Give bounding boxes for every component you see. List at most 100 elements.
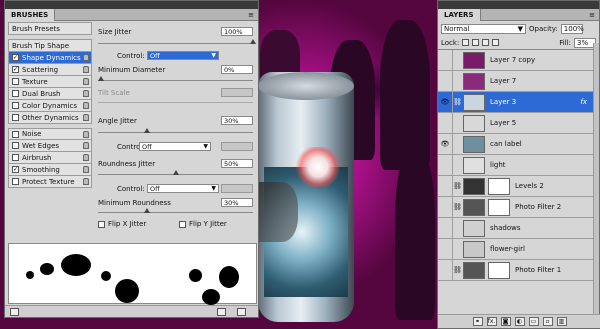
option-checkbox[interactable] <box>12 114 19 121</box>
lock-icon[interactable] <box>83 114 89 121</box>
min-diameter-slider[interactable] <box>98 80 253 81</box>
option-checkbox[interactable]: ✓ <box>12 54 19 61</box>
angle-jitter-slider[interactable] <box>98 132 253 133</box>
lock-icon[interactable] <box>83 102 89 109</box>
panel-menu-icon[interactable]: ≡ <box>248 11 254 19</box>
brush-option-other-dynamics[interactable]: Other Dynamics <box>8 112 92 124</box>
option-checkbox[interactable] <box>12 90 19 97</box>
tab-layers[interactable]: LAYERS <box>438 8 481 21</box>
control-select-3[interactable]: Off ▼ <box>147 184 219 193</box>
brush-option-texture[interactable]: Texture <box>8 76 92 88</box>
lock-icon[interactable] <box>83 54 89 61</box>
visibility-eye-icon[interactable]: 👁 <box>438 133 453 155</box>
brush-option-dual-brush[interactable]: Dual Brush <box>8 88 92 100</box>
brush-option-wet-edges[interactable]: Wet Edges <box>8 140 92 152</box>
new-group-icon[interactable]: ▭ <box>528 317 539 326</box>
lock-transparency-icon[interactable] <box>462 39 470 46</box>
lock-icon[interactable] <box>83 90 89 97</box>
angle-jitter-knob[interactable] <box>144 128 150 133</box>
size-jitter-knob[interactable] <box>250 39 256 44</box>
brush-option-airbrush[interactable]: Airbrush <box>8 152 92 164</box>
layer-mask-thumbnail[interactable] <box>488 198 510 216</box>
roundness-jitter-value[interactable]: 50% <box>221 159 253 168</box>
option-checkbox[interactable]: ✓ <box>12 66 19 73</box>
panel-menu-icon[interactable]: ≡ <box>589 11 595 19</box>
visibility-eye-icon[interactable] <box>438 175 453 197</box>
visibility-eye-icon[interactable] <box>438 238 453 260</box>
layer-row[interactable]: Layer 5 <box>438 112 599 134</box>
size-jitter-slider[interactable] <box>98 43 253 44</box>
lock-icon[interactable] <box>83 154 89 161</box>
trash-icon[interactable] <box>237 308 246 316</box>
layers-scrollbar[interactable] <box>593 43 599 315</box>
blend-mode-select[interactable]: Normal ▼ <box>441 23 526 34</box>
layer-row[interactable]: ⛓ Levels 2 <box>438 175 599 197</box>
add-mask-icon[interactable]: ◙ <box>500 317 511 326</box>
visibility-eye-icon[interactable] <box>438 259 453 281</box>
adjustment-layer-icon[interactable]: ◐ <box>514 317 525 326</box>
min-diameter-knob[interactable] <box>98 76 104 81</box>
option-checkbox[interactable] <box>12 130 19 138</box>
opacity-input[interactable]: 100% <box>560 23 584 34</box>
lock-icon[interactable] <box>83 131 89 138</box>
flip-x-jitter[interactable]: Flip X Jitter <box>98 220 146 228</box>
layer-row[interactable]: 👁 can label <box>438 133 599 155</box>
visibility-eye-icon[interactable]: 👁 <box>438 91 453 113</box>
layer-mask-thumbnail[interactable] <box>488 261 510 279</box>
lock-position-icon[interactable] <box>482 39 490 46</box>
toggle-presets-icon[interactable] <box>10 308 19 316</box>
layer-row[interactable]: 👁 ⛓ Layer 3 fx <box>438 91 599 113</box>
brush-tip-shape-item[interactable]: Brush Tip Shape <box>8 39 92 52</box>
option-checkbox[interactable] <box>12 142 19 149</box>
layer-row[interactable]: ⛓ Photo Filter 1 <box>438 259 599 281</box>
visibility-eye-icon[interactable] <box>438 49 453 71</box>
brush-option-color-dynamics[interactable]: Color Dynamics <box>8 100 92 112</box>
link-layers-icon[interactable]: ⚭ <box>472 317 483 326</box>
layer-row[interactable]: flower-girl <box>438 238 599 260</box>
layer-row[interactable]: Layer 7 copy <box>438 49 599 71</box>
brush-option-scattering[interactable]: ✓ Scattering <box>8 64 92 76</box>
visibility-eye-icon[interactable] <box>438 112 453 134</box>
trash-icon[interactable]: ▥ <box>556 317 567 326</box>
lock-icon[interactable] <box>83 66 89 73</box>
brush-option-noise[interactable]: Noise <box>8 128 92 140</box>
brush-option-shape-dynamics[interactable]: ✓ Shape Dynamics <box>8 52 92 64</box>
lock-icon[interactable] <box>83 142 89 149</box>
layer-mask-thumbnail[interactable] <box>488 177 510 195</box>
lock-image-icon[interactable] <box>472 39 480 46</box>
size-jitter-value[interactable]: 100% <box>221 27 253 36</box>
layer-row[interactable]: Layer 7 <box>438 70 599 92</box>
flip-x-checkbox[interactable] <box>98 220 105 228</box>
visibility-eye-icon[interactable] <box>438 154 453 176</box>
min-roundness-knob[interactable] <box>144 208 150 213</box>
brush-option-smoothing[interactable]: ✓ Smoothing <box>8 164 92 176</box>
fx-icon[interactable]: fx. <box>486 317 497 326</box>
layer-row[interactable]: shadows <box>438 217 599 239</box>
angle-jitter-value[interactable]: 30% <box>221 116 253 125</box>
brush-presets-button[interactable]: Brush Presets <box>8 22 92 35</box>
option-checkbox[interactable] <box>12 178 19 185</box>
new-brush-icon[interactable] <box>217 308 226 316</box>
option-checkbox[interactable] <box>12 78 19 85</box>
visibility-eye-icon[interactable] <box>438 217 453 239</box>
lock-icon[interactable] <box>83 178 89 185</box>
visibility-eye-icon[interactable] <box>438 196 453 218</box>
tab-brushes[interactable]: BRUSHES <box>5 8 56 21</box>
min-roundness-value[interactable]: 30% <box>221 198 253 207</box>
new-layer-icon[interactable]: ▫ <box>542 317 553 326</box>
control-select-2[interactable]: Off ▼ <box>139 142 211 151</box>
lock-all-icon[interactable] <box>492 39 500 46</box>
min-diameter-value[interactable]: 0% <box>221 65 253 74</box>
roundness-jitter-knob[interactable] <box>173 170 179 175</box>
min-roundness-slider[interactable] <box>98 212 253 213</box>
brush-option-protect-texture[interactable]: Protect Texture <box>8 176 92 188</box>
layer-row[interactable]: ⛓ Photo Filter 2 <box>438 196 599 218</box>
lock-icon[interactable] <box>83 166 89 173</box>
control-select-1[interactable]: Off ▼ <box>147 51 219 60</box>
layer-fx-icon[interactable]: fx <box>580 98 587 106</box>
option-checkbox[interactable]: ✓ <box>12 166 19 173</box>
visibility-eye-icon[interactable] <box>438 70 453 92</box>
lock-icon[interactable] <box>83 78 89 85</box>
flip-y-jitter[interactable]: Flip Y Jitter <box>179 220 227 228</box>
option-checkbox[interactable] <box>12 154 19 161</box>
